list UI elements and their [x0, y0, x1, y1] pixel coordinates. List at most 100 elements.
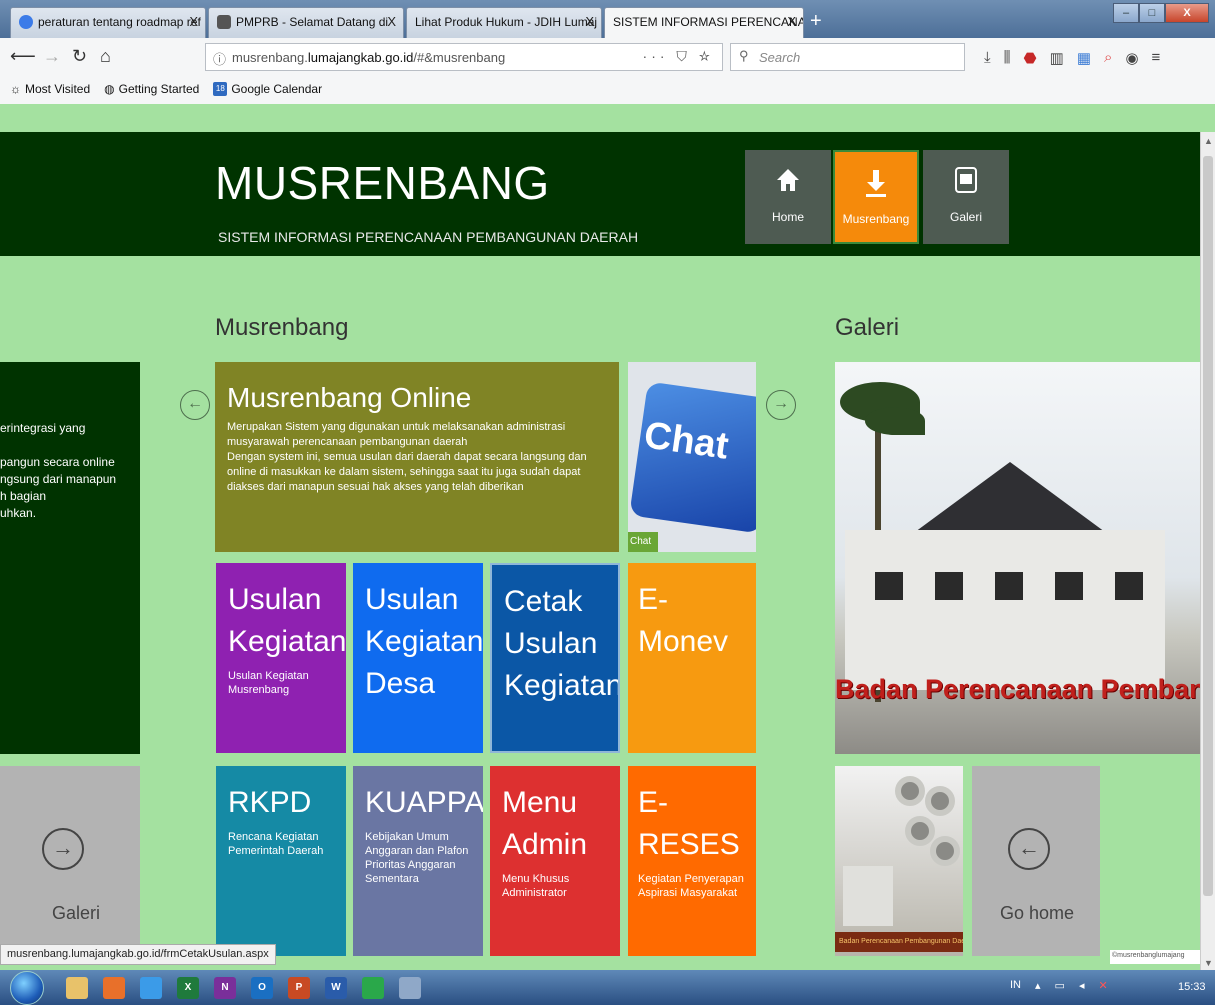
start-button[interactable] [10, 971, 44, 1005]
page-scrollbar[interactable]: ▲ ▼ [1200, 132, 1215, 972]
tab-sistem-informasi[interactable]: SISTEM INFORMASI PERENCANAAN X [604, 7, 804, 38]
extension-icon[interactable]: ▦ [1077, 49, 1091, 67]
reload-icon[interactable]: ↻ [72, 46, 87, 67]
tile-menu-admin[interactable]: Menu Admin Menu Khusus Administrator [490, 766, 620, 956]
outlook-icon[interactable]: O [251, 977, 273, 999]
minimize-button[interactable]: – [1113, 3, 1139, 23]
search-input[interactable]: ⚲ Search [730, 43, 965, 71]
browser-tab-bar: peraturan tentang roadmap ref X PMPRB - … [0, 0, 1215, 38]
firefox-icon: ◍ [104, 82, 115, 96]
bookmark-most-visited[interactable]: ☼ Most Visited [10, 82, 90, 96]
forward-arrow-icon[interactable]: → [43, 46, 61, 67]
section-heading-musrenbang: Musrenbang [215, 314, 349, 341]
maximize-button[interactable]: □ [1139, 3, 1165, 23]
onenote-icon[interactable]: N [214, 977, 236, 999]
sync-icon[interactable]: ◉ [1125, 49, 1138, 67]
nav-galeri[interactable]: Galeri [923, 150, 1009, 244]
firefox-icon[interactable] [103, 977, 125, 999]
bookmarks-bar: ☼ Most Visited ◍ Getting Started 18 Google … [10, 82, 322, 96]
search-icon: ⚲ [739, 48, 749, 63]
app-icon[interactable] [399, 977, 421, 999]
clock: 15:33 [1178, 981, 1206, 993]
gear-icon: ☼ [10, 82, 21, 96]
windows-taskbar: X N O P W IN ▴ ▭ ◂ ✕ 15:33 [0, 970, 1215, 1005]
page-actions-icon[interactable]: ··· ⛉ ☆ [643, 48, 714, 65]
gallery-caption: Badan Perencanaan Pembangunan [835, 674, 1200, 704]
browser-nav-bar: ⟵ → ↻ ⌂ ⓘ musrenbang.lumajangkab.go.id/#… [0, 38, 1215, 104]
back-arrow-icon[interactable]: ⟵ [10, 46, 36, 67]
info-tile-partial[interactable]: erintegrasi yang pangun secara online ng… [0, 362, 140, 754]
gallery-thumbnail[interactable]: Badan Perencanaan Pembangunan Daerah Kab… [835, 766, 963, 956]
site-header: MUSRENBANG SISTEM INFORMASI PERENCANAAN … [0, 132, 1200, 256]
volume-icon[interactable]: ◂ [1079, 979, 1085, 992]
tray-expand-icon[interactable]: ▴ [1035, 979, 1041, 992]
tile-musrenbang-online[interactable]: Musrenbang Online Merupakan Sistem yang … [215, 362, 619, 552]
nav-musrenbang[interactable]: Musrenbang [833, 150, 919, 244]
download-icon[interactable]: ⤓ [984, 49, 991, 67]
copyright-label: ©musrenbanglumajang [1110, 950, 1200, 964]
close-window-button[interactable]: X [1165, 3, 1209, 23]
tile-e-reses[interactable]: E-RESES Kegiatan Penyerapan Aspirasi Mas… [628, 766, 756, 956]
gallery-icon [923, 166, 1009, 200]
site-info-icon[interactable]: ⓘ [213, 49, 226, 68]
tile-chat[interactable]: Chat Chat [628, 362, 756, 552]
go-home-tile[interactable]: ← Go home [972, 766, 1100, 956]
tab-roadmap[interactable]: peraturan tentang roadmap ref X [10, 7, 206, 38]
download-icon [835, 168, 917, 202]
home-icon[interactable]: ⌂ [100, 46, 111, 67]
galeri-link-tile[interactable]: → Galeri [0, 766, 140, 956]
tile-cetak-usulan-kegiatan[interactable]: Cetak Usulan Kegiatan [490, 563, 620, 753]
home-icon [745, 166, 831, 200]
building-image [845, 530, 1165, 690]
building-roof-image [915, 462, 1105, 532]
url-bar[interactable]: ⓘ musrenbang.lumajangkab.go.id/#&musrenb… [205, 43, 723, 71]
library-icon[interactable]: ⫼ [1004, 49, 1011, 67]
close-tab-icon[interactable]: X [787, 14, 796, 29]
status-url: musrenbang.lumajangkab.go.id/frmCetakUsu… [0, 944, 276, 965]
close-tab-icon[interactable]: X [585, 14, 594, 29]
tab-pmprb[interactable]: PMPRB - Selamat Datang di X [208, 7, 404, 38]
section-heading-galeri: Galeri [835, 314, 900, 341]
tab-jdih[interactable]: Lihat Produk Hukum - JDIH Lumaj X [406, 7, 602, 38]
carousel-next-button[interactable]: → [766, 390, 796, 420]
tile-usulan-kegiatan[interactable]: Usulan Kegiatan Usulan Kegiatan Musrenba… [216, 563, 346, 753]
scroll-thumb[interactable] [1203, 156, 1213, 896]
building-image [843, 866, 893, 926]
close-tab-icon[interactable]: X [189, 14, 198, 29]
carousel-prev-button[interactable]: ← [180, 390, 210, 420]
close-tab-icon[interactable]: X [387, 14, 396, 29]
nav-home[interactable]: Home [745, 150, 831, 244]
arrow-right-icon: → [42, 828, 84, 870]
calendar-icon: 18 [213, 82, 228, 96]
alert-icon[interactable]: ✕ [1098, 979, 1107, 992]
scroll-down-icon[interactable]: ▼ [1204, 958, 1213, 968]
browser-toolbar: ⤓ ⫼ ⬣ ▥ ▦ ⌕ ◉ ≡ [984, 49, 1160, 67]
window-controls: – □ X [1113, 3, 1209, 23]
site-subtitle: SISTEM INFORMASI PERENCANAAN PEMBANGUNAN… [218, 229, 639, 245]
palm-leaves-image [865, 407, 925, 435]
menu-icon[interactable]: ≡ [1152, 49, 1161, 67]
scroll-up-icon[interactable]: ▲ [1204, 136, 1213, 146]
bookmark-getting-started[interactable]: ◍ Getting Started [104, 82, 199, 96]
tile-e-monev[interactable]: E-Monev [628, 563, 756, 753]
site-favicon-icon [217, 15, 231, 29]
app-icon[interactable] [362, 977, 384, 999]
adblock-icon[interactable]: ⬣ [1024, 49, 1037, 67]
bookmark-google-calendar[interactable]: 18 Google Calendar [213, 82, 322, 96]
language-indicator[interactable]: IN [1010, 979, 1021, 992]
new-tab-button[interactable]: + [810, 10, 822, 33]
gallery-main-image[interactable]: Badan Perencanaan Pembangunan [835, 362, 1200, 754]
reader-icon[interactable]: ▥ [1050, 49, 1064, 67]
arrow-left-icon: ← [1008, 828, 1050, 870]
powerpoint-icon[interactable]: P [288, 977, 310, 999]
explorer-icon[interactable] [66, 977, 88, 999]
excel-icon[interactable]: X [177, 977, 199, 999]
system-tray: IN ▴ ▭ ◂ ✕ [1010, 979, 1108, 992]
tile-kuappas[interactable]: KUAPPAS Kebijakan Umum Anggaran dan Plaf… [353, 766, 483, 956]
network-icon[interactable]: ▭ [1055, 979, 1065, 992]
app-icon[interactable] [140, 977, 162, 999]
tile-usulan-kegiatan-desa[interactable]: Usulan Kegiatan Desa [353, 563, 483, 753]
pocket-icon[interactable]: ⌕ [1104, 49, 1112, 67]
word-icon[interactable]: W [325, 977, 347, 999]
tile-rkpd[interactable]: RKPD Rencana Kegiatan Pemerintah Daerah [216, 766, 346, 956]
